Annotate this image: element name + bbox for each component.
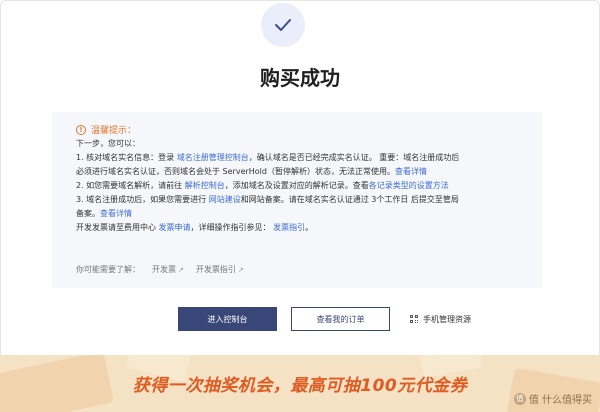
realname-details-link[interactable]: 查看详情 [395,167,427,176]
related-link-invoice[interactable]: 开发票 ↗ [152,264,184,275]
warning-icon: ! [76,124,86,135]
dns-console-link[interactable]: 解析控制台 [185,181,225,190]
website-build-link[interactable]: 网站建设 [209,195,241,204]
notice-intro: 下一步，您可以： [76,139,140,148]
invoice-guide-link[interactable]: 发票指引 [273,223,305,232]
invoice-apply-link[interactable]: 发票申请 [159,223,191,232]
external-link-icon: ↗ [178,265,184,274]
notice-panel: ! 温馨提示： 下一步，您可以： 1. 核对域名实名信息：登录 域名注册管理控制… [52,112,542,288]
notice-step-1: 1. 核对域名实名信息：登录 域名注册管理控制台，确认域名是否已经完成实名认证。… [76,153,460,162]
notice-step-1-cont: 必须进行域名实名认证，否则域名会处于 ServerHold（暂停解析）状态，无法… [76,167,427,176]
lottery-banner[interactable]: 获得一次抽奖机会，最高可抽100元代金券 值 值 什么值得买 [0,355,600,412]
purchase-success-page: 购买成功 ! 温馨提示： 下一步，您可以： 1. 核对域名实名信息：登录 域名注… [0,0,600,412]
notice-body: 下一步，您可以： 1. 核对域名实名信息：登录 域名注册管理控制台，确认域名是否… [76,137,536,235]
related-label: 你可能需要了解： [76,265,140,274]
enter-console-button[interactable]: 进入控制台 [178,307,277,331]
view-orders-button[interactable]: 查看我的订单 [291,307,390,331]
notice-title: 温馨提示： [91,126,137,136]
related-link-invoice-guide[interactable]: 开发票指引 ↗ [196,264,244,275]
related-links: 你可能需要了解： 开发票 ↗ 开发票指引 ↗ [76,264,244,275]
record-types-link[interactable]: 各记录类型的设置方法 [369,181,449,190]
watermark-logo-icon: 值 [513,392,526,405]
domain-console-link[interactable]: 域名注册管理控制台 [177,153,249,162]
page-title: 购买成功 [260,66,340,90]
notice-step-3-cont: 备案。查看详情 [76,209,132,218]
external-link-icon: ↗ [237,265,244,274]
mobile-manage-link[interactable]: 手机管理资源 [410,313,471,325]
qr-code-icon [410,314,419,324]
success-check-icon [261,3,305,47]
notice-header: ! 温馨提示： [76,123,136,136]
filing-details-link[interactable]: 查看详情 [100,209,132,218]
notice-step-2: 2. 如您需要域名解析，请前往 解析控制台，添加域名及设置对应的解析记录。查看各… [76,181,449,190]
banner-text: 获得一次抽奖机会，最高可抽100元代金券 [132,376,468,396]
notice-step-3: 3. 域名注册成功后，如果您需要进行 网站建设和网站备案。请在域名实名认证通过 … [76,195,459,204]
notice-invoice: 开发发票请至费用中心 发票申请，详细操作指引参见： 发票指引。 [76,223,314,232]
watermark: 值 值 什么值得买 [513,392,592,406]
